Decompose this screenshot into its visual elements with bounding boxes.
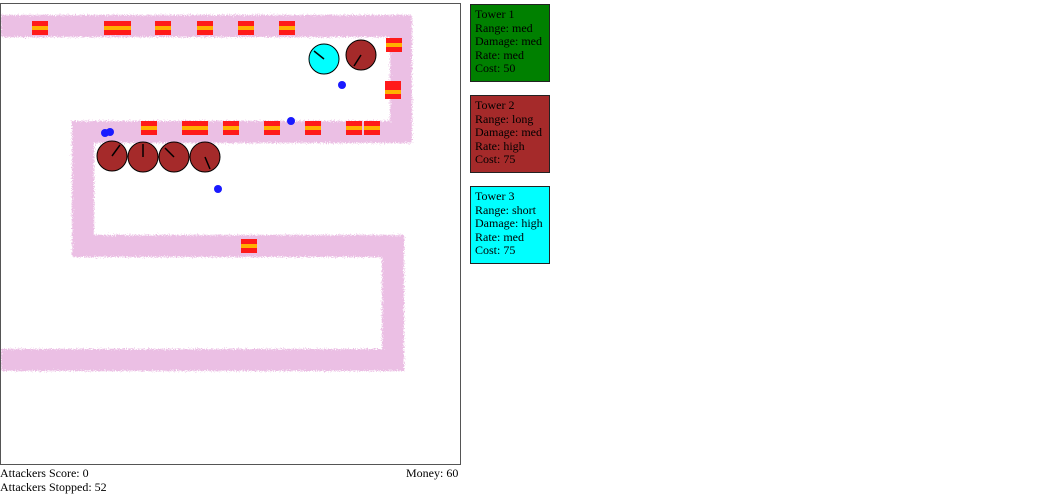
placed-tower-2[interactable] (345, 39, 377, 71)
game-board[interactable] (0, 3, 461, 465)
tower-cost: Cost: 75 (475, 152, 516, 167)
tower-rate: Rate: med (475, 229, 524, 244)
projectile (287, 117, 295, 125)
placed-tower-2[interactable] (127, 141, 159, 173)
tower-range: Range: med (475, 20, 533, 35)
enemy (241, 239, 257, 253)
tower-name: Tower 2 (475, 98, 515, 112)
attackers-stopped: Attackers Stopped: 52 (0, 480, 107, 494)
enemy-path (1, 15, 412, 371)
tower-cost: Cost: 50 (475, 61, 516, 76)
enemy (264, 121, 280, 135)
enemy (364, 121, 380, 135)
enemy (223, 121, 239, 135)
placed-tower-2[interactable] (189, 141, 221, 173)
tower-2-card[interactable]: Tower 2 Range: long Damage: med Rate: hi… (470, 95, 550, 173)
placed-tower-2[interactable] (96, 140, 128, 172)
tower-range: Range: long (475, 111, 534, 126)
enemy (279, 21, 295, 35)
enemy (155, 21, 171, 35)
enemy (346, 121, 362, 135)
enemy (385, 85, 401, 99)
tower-rate: Rate: high (475, 138, 525, 153)
enemy (386, 38, 402, 52)
projectile (338, 81, 346, 89)
enemy (141, 121, 157, 135)
tower-3-card[interactable]: Tower 3 Range: short Damage: high Rate: … (470, 186, 550, 264)
tower-range: Range: short (475, 202, 536, 217)
projectile (214, 185, 222, 193)
tower-name: Tower 3 (475, 189, 515, 203)
attackers-score: Attackers Score: 0 (0, 466, 89, 480)
enemy (305, 121, 321, 135)
enemy (115, 21, 131, 35)
tower-rate: Rate: med (475, 47, 524, 62)
tower-1-card[interactable]: Tower 1 Range: med Damage: med Rate: med… (470, 4, 550, 82)
money-display: Money: 60 (406, 466, 459, 480)
placed-tower-3[interactable] (308, 43, 340, 75)
tower-cost: Cost: 75 (475, 243, 516, 258)
enemy (192, 121, 208, 135)
enemy (32, 21, 48, 35)
tower-name: Tower 1 (475, 7, 515, 21)
enemy (238, 21, 254, 35)
projectile (106, 128, 114, 136)
game-canvas[interactable] (1, 4, 462, 466)
enemy (197, 21, 213, 35)
tower-damage: Damage: med (475, 125, 542, 140)
tower-damage: Damage: med (475, 34, 542, 49)
tower-damage: Damage: high (475, 216, 543, 231)
placed-tower-2[interactable] (158, 141, 190, 173)
